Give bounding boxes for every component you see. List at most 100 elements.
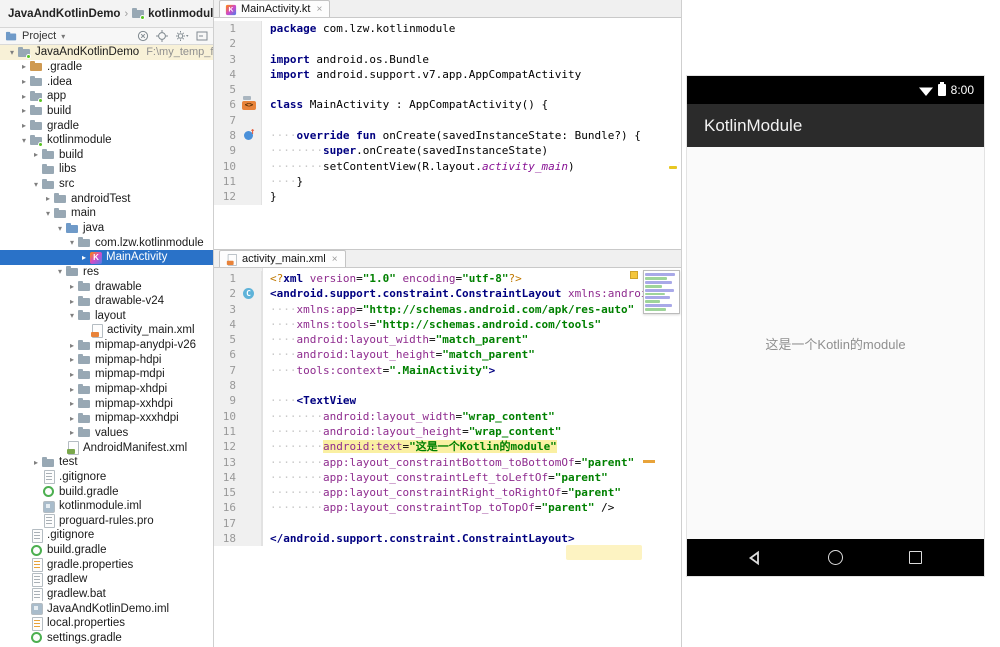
collapse-arrow-icon[interactable]: ▾ [66, 238, 78, 247]
tree-item[interactable]: kotlinmodule.iml [0, 499, 213, 514]
chevron-down-icon[interactable]: ▾ [61, 32, 65, 41]
tree-item[interactable]: ▸MainActivity [0, 250, 213, 265]
code-line[interactable]: 4import android.support.v7.app.AppCompat… [214, 67, 681, 82]
context-class-gutter-icon[interactable]: C [243, 288, 254, 299]
expand-arrow-icon[interactable]: ▸ [18, 62, 30, 71]
code-line[interactable]: 6····android:layout_height="match_parent… [214, 347, 681, 362]
code-line[interactable]: 10········android:layout_width="wrap_con… [214, 409, 681, 424]
locate-icon[interactable] [156, 30, 168, 42]
settings-gear-icon[interactable] [175, 30, 189, 42]
collapse-arrow-icon[interactable]: ▾ [54, 224, 66, 233]
collapse-arrow-icon[interactable]: ▾ [6, 48, 18, 57]
code-line[interactable]: 8 [214, 378, 681, 393]
code-line[interactable]: 5····android:layout_width="match_parent" [214, 332, 681, 347]
code-line[interactable]: 12} [214, 189, 681, 204]
tree-item[interactable]: JavaAndKotlinDemo.iml [0, 601, 213, 616]
expand-arrow-icon[interactable]: ▸ [66, 282, 78, 291]
tree-item[interactable]: AndroidManifest.xml [0, 440, 213, 455]
code-line[interactable]: 11········android:layout_height="wrap_co… [214, 424, 681, 439]
code-line[interactable]: 6<>class MainActivity : AppCompatActivit… [214, 97, 681, 112]
code-line[interactable]: 16········app:layout_constraintTop_toTop… [214, 500, 681, 515]
expand-arrow-icon[interactable]: ▸ [42, 194, 54, 203]
collapse-arrow-icon[interactable]: ▾ [18, 136, 30, 145]
kotlin-editor[interactable]: MainActivity.kt × 1package com.lzw.kotli… [214, 0, 681, 250]
code-line[interactable]: 2C<android.support.constraint.Constraint… [214, 286, 681, 301]
collapse-arrow-icon[interactable]: ▾ [54, 267, 66, 276]
tree-item[interactable]: ▸.idea [0, 74, 213, 89]
tree-item[interactable]: gradlew [0, 572, 213, 587]
code-line[interactable]: 10········setContentView(R.layout.activi… [214, 159, 681, 174]
code-line[interactable]: 8····override fun onCreate(savedInstance… [214, 128, 681, 143]
tree-item[interactable]: ▸mipmap-mdpi [0, 367, 213, 382]
expand-arrow-icon[interactable]: ▸ [66, 341, 78, 350]
collapse-arrow-icon[interactable]: ▾ [30, 180, 42, 189]
code-line[interactable]: 3····xmlns:app="http://schemas.android.c… [214, 302, 681, 317]
expand-arrow-icon[interactable]: ▸ [66, 385, 78, 394]
tab-activity-main-xml[interactable]: activity_main.xml × [219, 250, 346, 267]
tree-item[interactable]: proguard-rules.pro [0, 514, 213, 529]
tree-item[interactable]: ▸mipmap-xxhdpi [0, 396, 213, 411]
expand-arrow-icon[interactable]: ▸ [66, 428, 78, 437]
code-line[interactable]: 9····<TextView [214, 393, 681, 408]
xml-editor[interactable]: activity_main.xml × 1<?xml version="1.0"… [214, 250, 681, 647]
tree-item[interactable]: ▸app [0, 89, 213, 104]
tree-item[interactable]: ▾src [0, 177, 213, 192]
expand-arrow-icon[interactable]: ▸ [78, 253, 90, 262]
hide-panel-icon[interactable] [196, 30, 208, 42]
tree-item[interactable]: build.gradle [0, 543, 213, 558]
inspection-indicator-icon[interactable] [630, 271, 638, 279]
expand-arrow-icon[interactable]: ▸ [18, 106, 30, 115]
warning-stripe-mark[interactable] [669, 166, 677, 169]
code-line[interactable]: 7 [214, 113, 681, 128]
expand-arrow-icon[interactable]: ▸ [18, 92, 30, 101]
code-line[interactable]: 4····xmlns:tools="http://schemas.android… [214, 317, 681, 332]
collapse-arrow-icon[interactable]: ▾ [42, 209, 54, 218]
expand-arrow-icon[interactable]: ▸ [30, 150, 42, 159]
expand-arrow-icon[interactable]: ▸ [18, 121, 30, 130]
code-line[interactable]: 1<?xml version="1.0" encoding="utf-8"?> [214, 271, 681, 286]
code-line[interactable]: 9········super.onCreate(savedInstanceSta… [214, 143, 681, 158]
tree-item[interactable]: gradlew.bat [0, 587, 213, 602]
tree-item[interactable]: activity_main.xml [0, 323, 213, 338]
tree-item[interactable]: local.properties [0, 616, 213, 631]
code-line[interactable]: 11····} [214, 174, 681, 189]
tree-item[interactable]: ▸mipmap-hdpi [0, 352, 213, 367]
tree-item[interactable]: ▸mipmap-anydpi-v26 [0, 338, 213, 353]
tree-item[interactable]: ▸test [0, 455, 213, 470]
expand-arrow-icon[interactable]: ▸ [66, 297, 78, 306]
breadcrumb-item[interactable]: JavaAndKotlinDemo [8, 8, 120, 20]
code-line[interactable]: 14········app:layout_constraintLeft_toLe… [214, 470, 681, 485]
code-line[interactable]: 2 [214, 36, 681, 51]
code-line[interactable]: 5 [214, 82, 681, 97]
code-line[interactable]: 12········android:text="这是一个Kotlin的modul… [214, 439, 681, 454]
tree-item[interactable]: ▾res [0, 265, 213, 280]
tree-item[interactable]: gradle.properties [0, 557, 213, 572]
tree-item[interactable]: ▸drawable-v24 [0, 294, 213, 309]
close-icon[interactable]: × [316, 4, 322, 15]
tree-item[interactable]: ▾JavaAndKotlinDemoF:\my_temp_file\JavaAn… [0, 45, 213, 60]
close-icon[interactable]: × [332, 254, 338, 265]
tree-item[interactable]: .gitignore [0, 528, 213, 543]
expand-arrow-icon[interactable]: ▸ [18, 77, 30, 86]
tree-item[interactable]: ▸gradle [0, 118, 213, 133]
tree-item[interactable]: .gitignore [0, 470, 213, 485]
tree-item[interactable]: ▾java [0, 221, 213, 236]
tree-item[interactable]: settings.gradle [0, 631, 213, 646]
code-line[interactable]: 13········app:layout_constraintBottom_to… [214, 455, 681, 470]
code-line[interactable]: 17 [214, 516, 681, 531]
tree-item[interactable]: ▸androidTest [0, 191, 213, 206]
highlight-stripe-mark[interactable] [643, 460, 655, 463]
code-line[interactable]: 15········app:layout_constraintRight_toR… [214, 485, 681, 500]
code-line[interactable]: 3import android.os.Bundle [214, 52, 681, 67]
tree-item[interactable]: ▸mipmap-xxxhdpi [0, 411, 213, 426]
tree-item[interactable]: ▾layout [0, 309, 213, 324]
expand-arrow-icon[interactable]: ▸ [30, 458, 42, 467]
expand-arrow-icon[interactable]: ▸ [66, 370, 78, 379]
collapse-arrow-icon[interactable]: ▾ [66, 311, 78, 320]
collapse-all-icon[interactable] [137, 30, 149, 42]
tree-item[interactable]: ▸values [0, 426, 213, 441]
tab-mainactivity-kt[interactable]: MainActivity.kt × [219, 0, 330, 17]
code-line[interactable]: 7····tools:context=".MainActivity"> [214, 363, 681, 378]
xml-code-area[interactable]: 1<?xml version="1.0" encoding="utf-8"?>2… [214, 268, 681, 546]
tree-item[interactable]: ▾main [0, 206, 213, 221]
